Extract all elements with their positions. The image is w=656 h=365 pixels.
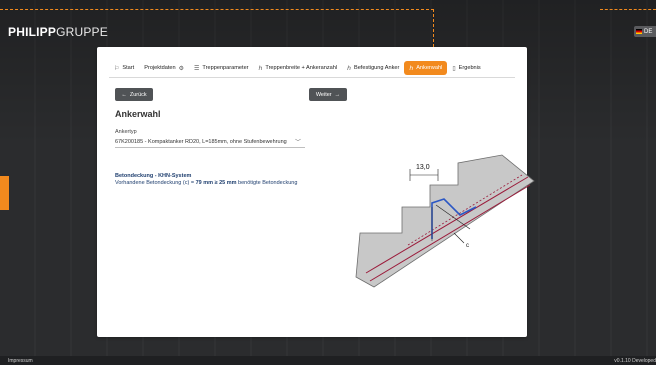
stair-anchor-diagram: 13,0 c [355, 154, 535, 288]
language-selector[interactable]: DE [634, 26, 656, 37]
tab-projektdaten[interactable]: Projektdaten ⚙ [139, 61, 189, 75]
step-tabs: ⚐ Start Projektdaten ⚙ ☰ Treppenparamete… [109, 59, 515, 78]
footer: Impressum v0.1.10 Developed [0, 356, 656, 365]
german-flag-icon [636, 29, 642, 34]
tab-label: Start [122, 65, 135, 71]
tab-label: Ergebnis [458, 65, 481, 71]
tab-treppenparameter[interactable]: ☰ Treppenparameter [189, 61, 254, 75]
document-icon: ▯ [452, 65, 456, 72]
stair-concrete-body [355, 154, 535, 288]
list-icon: ☰ [194, 65, 200, 72]
anchor-icon: ℎ [409, 65, 414, 72]
tab-label: Ankerwahl [416, 65, 443, 71]
anchor-type-label: Ankertyp [115, 129, 137, 135]
tab-label: Befestigung Anker [353, 65, 400, 71]
c-dimension [453, 232, 465, 244]
cover-required: 25 mm [219, 180, 237, 186]
impressum-link[interactable]: Impressum [8, 358, 33, 364]
arrow-left-icon: ← [121, 91, 127, 98]
anchor-icon: ℎ [258, 65, 263, 72]
tab-treppenbreite[interactable]: ℎ Treppenbreite + Ankeranzahl [254, 61, 343, 75]
tab-ergebnis[interactable]: ▯ Ergebnis [447, 61, 485, 75]
anchor-type-value: 67K200185 - Kompaktanker RD20, L=185mm, … [115, 138, 287, 145]
cover-present: 79 mm [195, 180, 214, 186]
tab-label: Treppenbreite + Ankeranzahl [265, 65, 338, 71]
tab-label: Projektdaten [144, 65, 176, 71]
page-title: Ankerwahl [115, 109, 161, 119]
logo-bold: PHILIPP [8, 25, 57, 39]
cover-prefix: Vorhandene Betondeckung (c) = [115, 180, 196, 186]
language-label: DE [644, 28, 653, 35]
gear-icon: ⚙ [178, 65, 185, 72]
concrete-cover-title: Betondeckung - KHN-System [115, 173, 192, 179]
flag-icon: ⚐ [114, 65, 120, 72]
anchor-type-select[interactable]: 67K200185 - Kompaktanker RD20, L=185mm, … [115, 136, 305, 148]
back-label: Zurück [129, 91, 147, 98]
chevron-down-icon: ﹀ [294, 140, 301, 146]
brand-logo[interactable]: PHILIPPGRUPPE [8, 25, 108, 39]
back-button[interactable]: ← Zurück [115, 88, 153, 101]
next-label: Weiter [315, 91, 332, 98]
concrete-cover-text: Vorhandene Betondeckung (c) = 79 mm ≥ 25… [115, 180, 297, 186]
main-card: ⚐ Start Projektdaten ⚙ ☰ Treppenparamete… [97, 47, 535, 337]
guide-line-right [600, 9, 656, 10]
tab-ankerwahl[interactable]: ℎ Ankerwahl [404, 61, 448, 75]
tab-label: Treppenparameter [202, 65, 249, 71]
cover-suffix: benötigte Betondeckung [236, 180, 298, 186]
tab-start[interactable]: ⚐ Start [109, 61, 139, 75]
version-text: v0.1.10 Developed [614, 358, 656, 364]
guide-line-top [0, 9, 434, 10]
arrow-right-icon: → [334, 91, 341, 98]
tab-befestigung[interactable]: ℎ Befestigung Anker [342, 61, 404, 75]
anchor-icon: ℎ [347, 65, 351, 72]
c-label: c [466, 243, 469, 249]
logo-light: GRUPPE [56, 25, 108, 39]
dimension-label: 13,0 [416, 164, 430, 171]
next-button[interactable]: Weiter → [309, 88, 347, 101]
side-tab[interactable] [0, 176, 9, 210]
